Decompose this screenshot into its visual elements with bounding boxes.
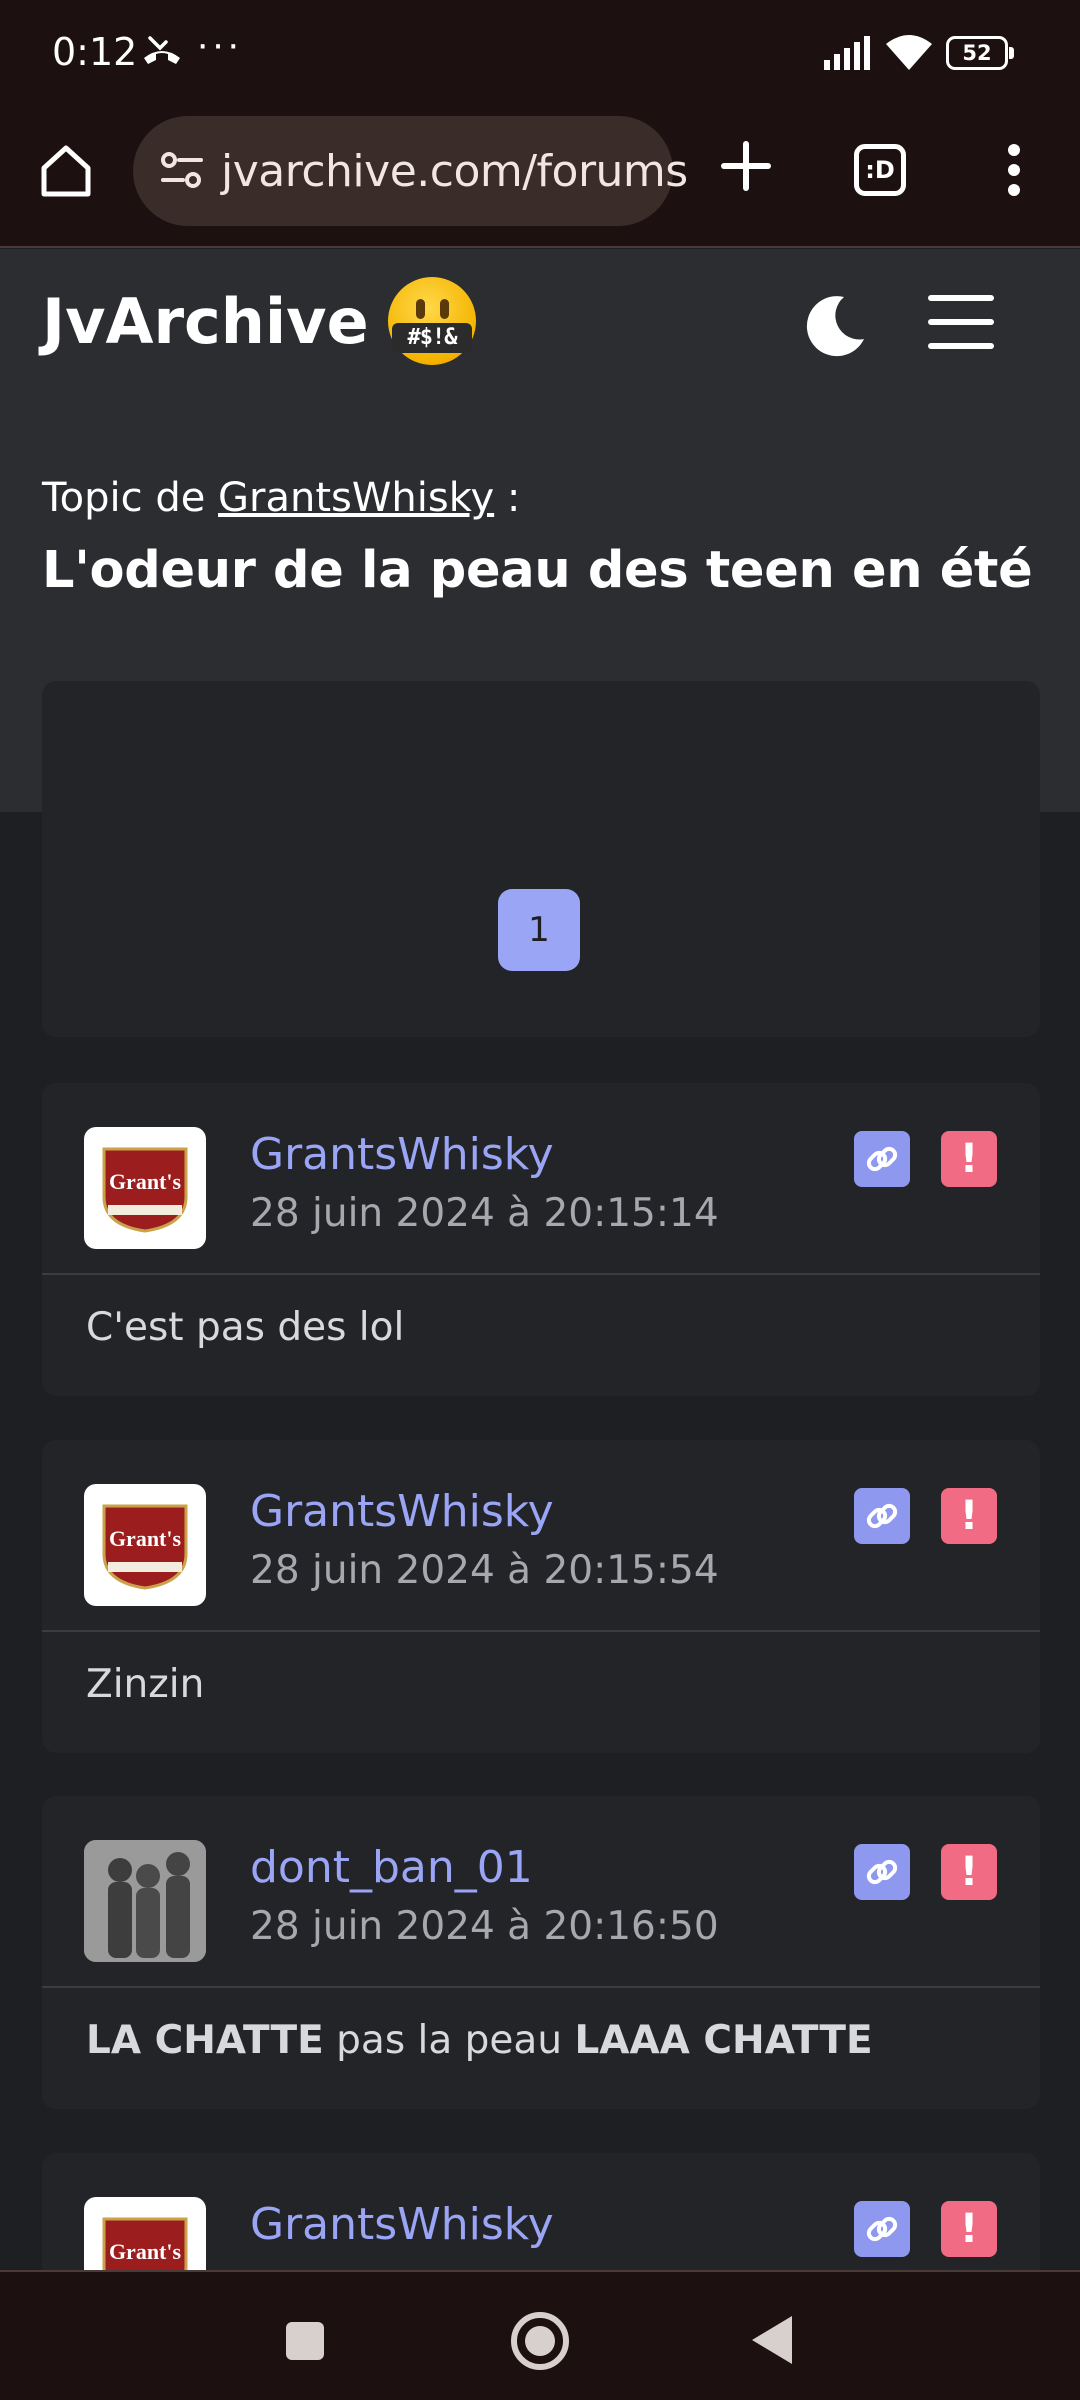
link-icon [866,1146,898,1172]
battery-icon: 52 [946,36,1016,70]
menu-icon[interactable] [928,295,998,353]
moon-icon[interactable] [800,291,870,361]
post-body-text: C'est pas des lol [86,1305,405,1350]
site-settings-icon[interactable] [159,150,205,190]
emoji-symbols: #$!& [392,323,472,353]
call-missed-icon [144,36,180,64]
status-bar: 0:12 ··· 52 [0,0,1080,110]
more-vert-icon[interactable] [994,140,1034,200]
topic-prefix: Topic de [42,475,219,521]
report-icon[interactable]: ! [941,1488,997,1544]
avatar[interactable] [84,1840,206,1962]
post-author[interactable]: GrantsWhisky [250,2199,554,2250]
post-body: C'est pas des lol [86,1305,404,1350]
emoji-eye-left [416,299,425,319]
post-body: LA CHATTE pas la peau LAAA CHATTE [86,2018,873,2063]
cursing-emoji-icon: #$!& [388,277,476,365]
pagination-card: 1 [42,681,1040,1037]
browser-toolbar: jvarchive.com/forums :D [0,110,1080,248]
permalink-button[interactable] [854,1488,910,1544]
post-author[interactable]: dont_ban_01 [250,1842,533,1893]
tab-switcher-button[interactable]: :D [854,144,906,196]
home-icon[interactable] [36,140,96,200]
signal-icon [824,36,870,70]
more-notifications-icon: ··· [196,22,242,66]
link-icon [866,1859,898,1885]
report-icon[interactable]: ! [941,1844,997,1900]
screen: 0:12 ··· 52 jvarchive.com/forums:D JvAr… [0,0,1080,2400]
permalink-button[interactable] [854,1131,910,1187]
report-icon[interactable]: ! [941,2201,997,2257]
permalink-button[interactable] [854,1844,910,1900]
grants-logo-avatar: Grant's [102,1147,188,1233]
battery-level: 52 [962,41,992,65]
avatar[interactable]: Grant's [84,1484,206,1606]
grants-logo-avatar: Grant's [102,1504,188,1590]
topic-title: L'odeur de la peau des teen en été [42,541,1033,600]
avatar-brand-text: Grant's [109,1526,182,1551]
page-button-current[interactable]: 1 [498,889,580,971]
link-icon [866,2216,898,2242]
site-logo[interactable]: JvArchive [42,285,369,358]
post-card: dont_ban_01 28 juin 2024 à 20:16:50 ! LA… [42,1796,1040,2109]
link-icon [866,1503,898,1529]
post-body-text: Zinzin [86,1662,205,1707]
avatar-brand-text: Grant's [109,1169,182,1194]
recents-button[interactable] [286,2322,324,2360]
status-time: 0:12 [52,30,138,74]
address-bar[interactable]: jvarchive.com/forums [133,116,688,226]
battery-tip [1009,47,1014,59]
post-card: Grant's GrantsWhisky 28 juin 2024 à 20:1… [42,1083,1040,1396]
post-body-text: pas la peau [323,2018,575,2063]
report-icon[interactable]: ! [941,1131,997,1187]
post-body-bold: LA CHATTE [86,2018,324,2063]
post-body-bold: LAAA CHATTE [574,2018,873,2063]
silhouette-avatar [84,1840,206,1962]
post-body: Zinzin [86,1662,204,1707]
post-date: 28 juin 2024 à 20:16:50 [250,1904,719,1949]
topic-suffix: : [494,475,521,521]
menu-line-middle [928,319,994,325]
wifi-icon [886,35,932,70]
post-date: 28 juin 2024 à 20:15:14 [250,1191,719,1236]
emoji-eye-right [440,299,449,319]
avatar-brand-text: Grant's [109,2239,182,2264]
menu-line-bottom [928,343,994,349]
post-author[interactable]: GrantsWhisky [250,1486,554,1537]
post-divider [42,1273,1040,1275]
post-date: 28 juin 2024 à 20:15:54 [250,1548,719,1593]
post-divider [42,1986,1040,1988]
menu-line-top [928,295,994,301]
topic-author-link[interactable]: GrantsWhisky [218,475,494,521]
avatar[interactable]: Grant's [84,1127,206,1249]
url-text: jvarchive.com/forums [221,146,688,197]
post-author[interactable]: GrantsWhisky [250,1129,554,1180]
post-divider [42,1630,1040,1632]
back-button[interactable] [752,2316,792,2364]
new-tab-plus-icon[interactable] [716,136,776,196]
topic-author-line: Topic de GrantsWhisky : [42,475,520,521]
system-nav-bar [0,2270,1080,2400]
home-button[interactable] [511,2312,569,2370]
post-card: Grant's GrantsWhisky 28 juin 2024 à 20:1… [42,1440,1040,1753]
permalink-button[interactable] [854,2201,910,2257]
